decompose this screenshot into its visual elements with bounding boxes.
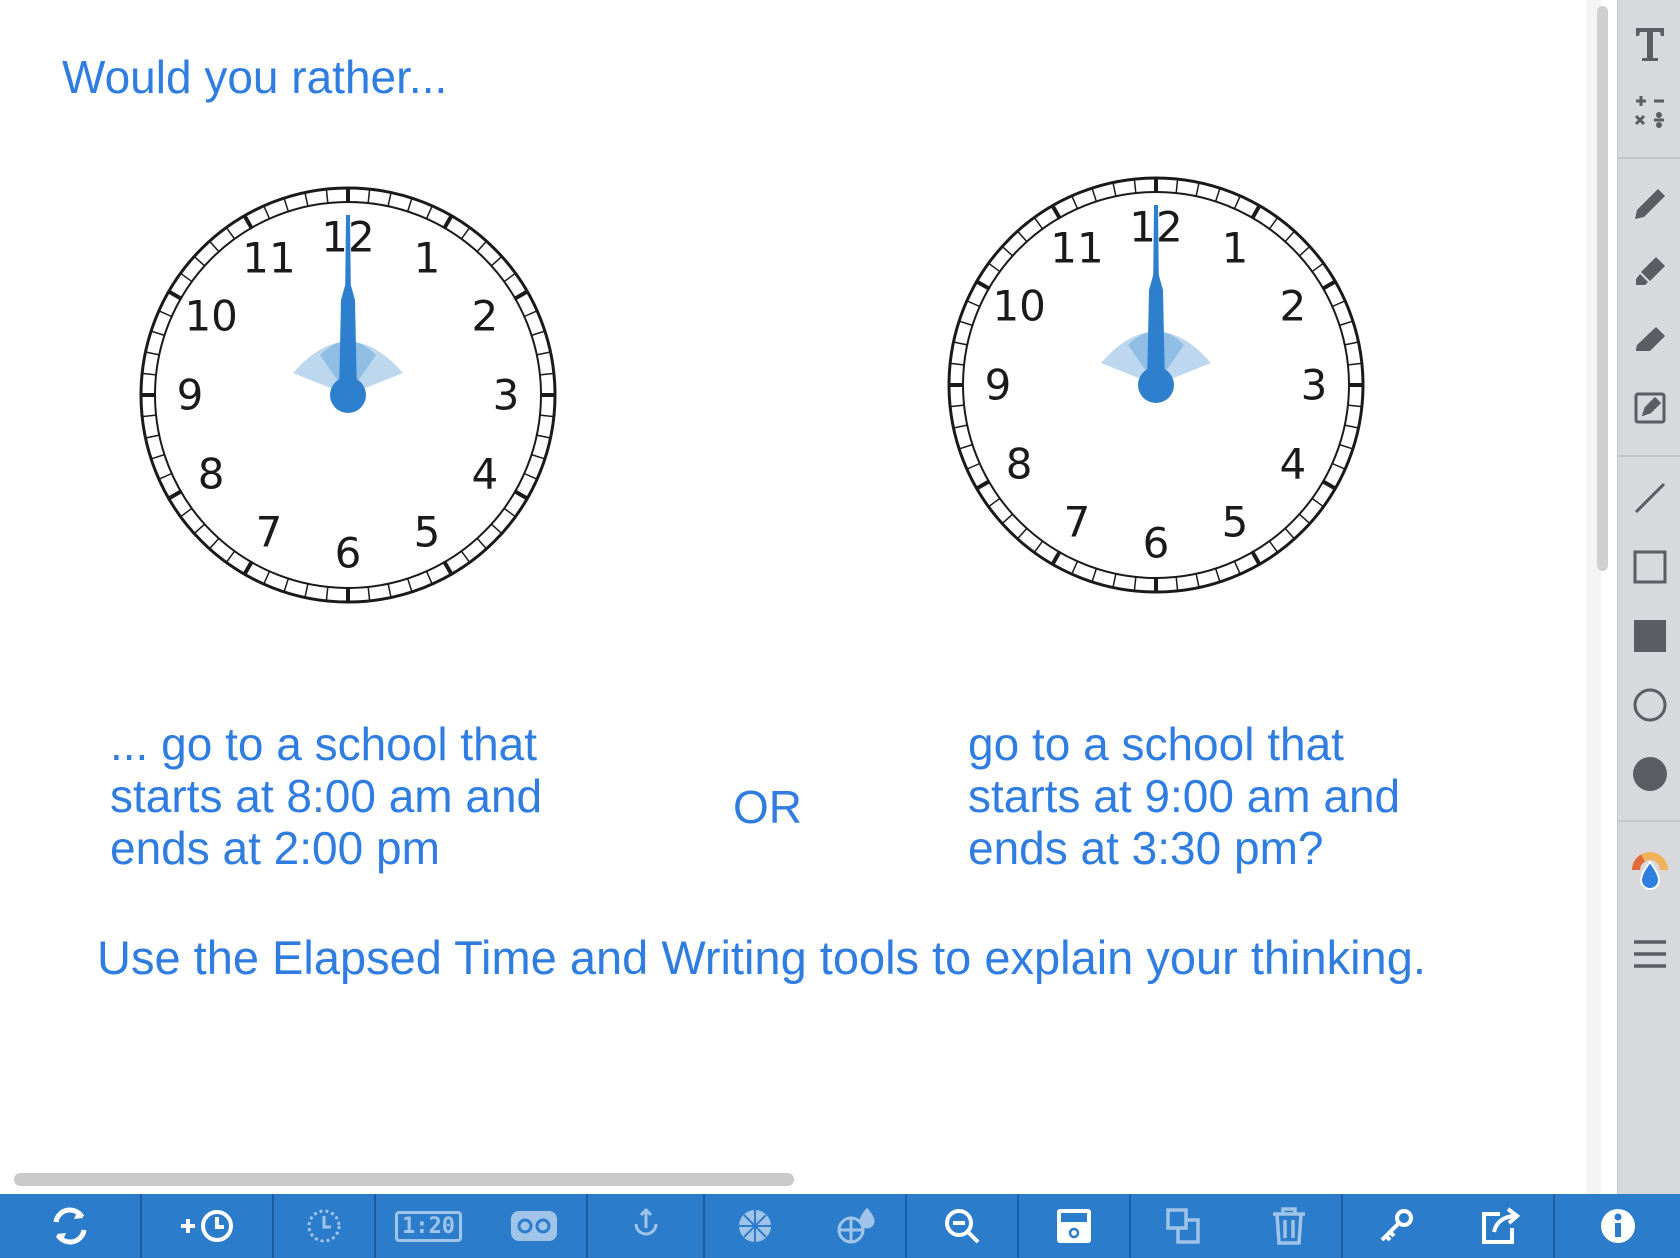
menu-icon[interactable]: [1618, 928, 1680, 980]
clock-number: 3: [493, 371, 520, 420]
toolbar-group-add: [142, 1194, 274, 1258]
clock-number: 1: [414, 234, 441, 283]
circle-outline-icon[interactable]: [1618, 679, 1680, 731]
clock-center: [330, 377, 366, 413]
toolbar-group-zoom: [907, 1194, 1019, 1258]
clock-number: 6: [1143, 519, 1170, 568]
clock-number: 5: [1222, 497, 1249, 546]
instruction-text: Use the Elapsed Time and Writing tools t…: [97, 931, 1426, 984]
clock-number: 4: [471, 450, 498, 499]
choice-b-line: go to a school that: [968, 718, 1344, 770]
text-tool-icon[interactable]: [1618, 18, 1680, 70]
share-icon[interactable]: [1461, 1194, 1541, 1258]
digital-clock-icon[interactable]: 1:20: [389, 1194, 469, 1258]
marker-tool-icon[interactable]: [1618, 246, 1680, 298]
choice-a-text: ... go to a school that starts at 8:00 a…: [110, 718, 542, 874]
bottom-toolbar: 1:20: [0, 1194, 1680, 1258]
clock-a[interactable]: 121234567891011: [138, 185, 558, 605]
choice-b-text: go to a school that starts at 9:00 am an…: [968, 718, 1400, 874]
color-picker-icon[interactable]: [1618, 844, 1680, 900]
circle-filled-icon[interactable]: [1618, 748, 1680, 800]
duplicate-icon[interactable]: [1144, 1194, 1224, 1258]
zoom-out-icon[interactable]: [922, 1194, 1002, 1258]
pen-tool-icon[interactable]: [1618, 178, 1680, 230]
key-icon[interactable]: [1356, 1194, 1436, 1258]
toolbar-group-drag: [588, 1194, 705, 1258]
toolbar-group-face: [274, 1194, 376, 1258]
clock-number: 2: [471, 292, 498, 341]
clock-b[interactable]: 121234567891011: [946, 175, 1366, 595]
rectangle-filled-icon[interactable]: [1618, 610, 1680, 662]
add-clock-icon[interactable]: [167, 1194, 247, 1258]
vertical-scrollbar[interactable]: [1597, 6, 1608, 571]
clock-number: 10: [992, 282, 1045, 331]
clock-face-icon[interactable]: [284, 1194, 364, 1258]
clock-number: 9: [177, 371, 204, 420]
horizontal-scrollbar[interactable]: [14, 1173, 794, 1186]
choice-b-line: starts at 9:00 am and: [968, 770, 1401, 822]
clock-number: 7: [256, 507, 283, 556]
reset-icon[interactable]: [30, 1194, 110, 1258]
line-tool-icon[interactable]: [1618, 472, 1680, 524]
clock-number: 11: [1050, 224, 1103, 273]
clock-number: 4: [1279, 440, 1306, 489]
clock-number: 11: [242, 234, 295, 283]
clock-number: 8: [1006, 440, 1033, 489]
tool-separator: [1618, 157, 1680, 159]
clock-a-face[interactable]: 121234567891011: [138, 185, 558, 605]
trash-icon[interactable]: [1249, 1194, 1329, 1258]
eraser-tool-icon[interactable]: [1618, 314, 1680, 366]
clock-number: 8: [198, 450, 225, 499]
clock-number: 7: [1064, 497, 1091, 546]
clock-number: 9: [985, 361, 1012, 410]
digital-readout: 1:20: [395, 1210, 462, 1242]
clock-b-face[interactable]: 121234567891011: [946, 175, 1366, 595]
fraction-icon[interactable]: [715, 1194, 795, 1258]
rectangle-outline-icon[interactable]: [1618, 541, 1680, 593]
choice-a-line: starts at 8:00 am and: [110, 770, 543, 822]
or-label: OR: [733, 781, 802, 833]
clock-number: 10: [184, 292, 237, 341]
toolbar-group-display: 1:20: [376, 1194, 588, 1258]
tool-separator: [1618, 820, 1680, 822]
save-icon[interactable]: [1034, 1194, 1114, 1258]
toolbar-group-fill: [705, 1194, 907, 1258]
workspace-canvas[interactable]: Would you rather... 121234567891011 1212…: [0, 0, 1601, 1194]
note-tool-icon[interactable]: [1618, 382, 1680, 434]
right-tool-panel: [1617, 0, 1680, 1194]
toolbar-group-save: [1019, 1194, 1131, 1258]
info-icon[interactable]: [1578, 1194, 1658, 1258]
clock-number: 3: [1301, 361, 1328, 410]
clock-number: 6: [335, 529, 362, 578]
choice-a-line: ... go to a school that: [110, 718, 538, 770]
page-title: Would you rather...: [62, 51, 448, 103]
toolbar-group-edit: [1131, 1194, 1343, 1258]
math-tool-icon[interactable]: [1618, 84, 1680, 136]
choice-b-line: ends at 3:30 pm?: [968, 822, 1324, 874]
tool-separator: [1618, 455, 1680, 457]
clock-center: [1138, 367, 1174, 403]
clock-number: 2: [1279, 282, 1306, 331]
choice-a-line: ends at 2:00 pm: [110, 822, 440, 874]
clock-number: 5: [414, 507, 441, 556]
toolbar-group-share: [1343, 1194, 1555, 1258]
fill-icon[interactable]: [815, 1194, 895, 1258]
elapsed-time-icon[interactable]: [494, 1194, 574, 1258]
drag-icon[interactable]: [606, 1194, 686, 1258]
toolbar-group-info: [1555, 1194, 1680, 1258]
toolbar-group-reset: [0, 1194, 142, 1258]
clock-number: 1: [1222, 224, 1249, 273]
